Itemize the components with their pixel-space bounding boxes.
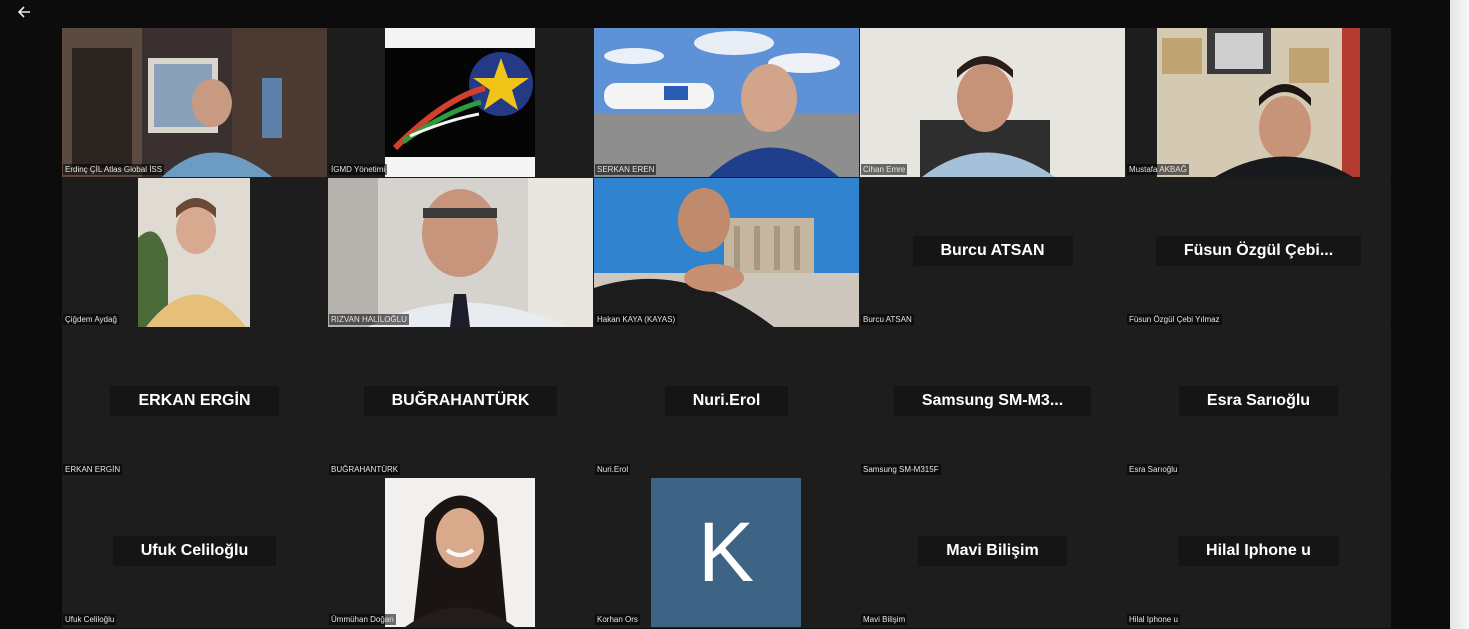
participant-display-name: Füsun Özgül Çebi... — [1155, 236, 1362, 266]
participant-tile[interactable]: Cihan Emre — [860, 28, 1125, 177]
participant-display-name: Burcu ATSAN — [912, 236, 1073, 266]
participant-display-name: ERKAN ERGİN — [110, 386, 279, 416]
participant-tile[interactable]: RIZVAN HALİLOĞLU — [328, 178, 593, 327]
participant-video — [385, 28, 535, 177]
participant-tile[interactable]: Hakan KAYA (KAYAS) — [594, 178, 859, 327]
participant-display-name: Ufuk Celiloğlu — [112, 536, 277, 566]
participant-name-tag: Nuri.Erol — [595, 464, 631, 475]
participant-tile[interactable]: Mustafa AKBAĞ — [1126, 28, 1391, 177]
participant-name-tag: SERKAN EREN — [595, 164, 657, 175]
participant-name-tag: Mavi Bilişim — [861, 614, 908, 625]
participant-tile[interactable]: Füsun Özgül Çebi... Füsun Özgül Çebi Yıl… — [1126, 178, 1391, 327]
participant-tile[interactable]: BUĞRAHANTÜRK BUĞRAHANTÜRK — [328, 328, 593, 477]
participant-tile[interactable]: Mavi Bilişim Mavi Bilişim — [860, 478, 1125, 627]
participant-display-name: Nuri.Erol — [664, 386, 789, 416]
participant-name-tag: Cihan Emre — [861, 164, 908, 175]
participant-name-tag: Samsung SM-M315F — [861, 464, 941, 475]
participant-name-tag: İGMD Yönetimi — [329, 164, 388, 175]
participant-display-name: BUĞRAHANTÜRK — [363, 386, 558, 416]
participant-tile[interactable]: Çiğdem Aydağ — [62, 178, 327, 327]
participant-tile[interactable]: K Korhan Ors — [594, 478, 859, 627]
participant-video — [1157, 28, 1360, 177]
participant-tile[interactable]: Nuri.Erol Nuri.Erol — [594, 328, 859, 477]
participant-name-tag: Korhan Ors — [595, 614, 640, 625]
avatar-letter: K — [651, 478, 801, 627]
participant-tile[interactable]: Esra Sarıoğlu Esra Sarıoğlu — [1126, 328, 1391, 477]
participant-name-tag: RIZVAN HALİLOĞLU — [329, 314, 409, 325]
participant-name-tag: Füsun Özgül Çebi Yılmaz — [1127, 314, 1222, 325]
back-arrow-icon[interactable] — [14, 2, 36, 22]
participant-name-tag: Erdinç ÇİL Atlas Global İSS — [63, 164, 165, 175]
participant-name-tag: Mustafa AKBAĞ — [1127, 164, 1189, 175]
side-panel-edge — [1450, 0, 1469, 629]
participant-tile[interactable]: SERKAN EREN — [594, 28, 859, 177]
participant-display-name: Samsung SM-M3... — [893, 386, 1092, 416]
participant-tile[interactable]: Samsung SM-M3... Samsung SM-M315F — [860, 328, 1125, 477]
participant-name-tag: Ufuk Celiloğlu — [63, 614, 117, 625]
participant-display-name: Mavi Bilişim — [918, 536, 1067, 566]
participant-video — [594, 178, 859, 327]
participant-video — [328, 178, 593, 327]
participant-avatar: K — [651, 478, 801, 627]
participant-name-tag: ERKAN ERGİN — [63, 464, 123, 475]
participant-video — [385, 478, 535, 627]
participant-video — [594, 28, 859, 177]
participant-video — [62, 28, 327, 177]
participant-tile[interactable]: Erdinç ÇİL Atlas Global İSS — [62, 28, 327, 177]
participant-tile[interactable]: Burcu ATSAN Burcu ATSAN — [860, 178, 1125, 327]
participant-tile[interactable]: ERKAN ERGİN ERKAN ERGİN — [62, 328, 327, 477]
participant-tile[interactable]: İGMD Yönetimi — [328, 28, 593, 177]
participant-name-tag: Çiğdem Aydağ — [63, 314, 119, 325]
participant-name-tag: Burcu ATSAN — [861, 314, 914, 325]
participant-name-tag: Ümmühan Doğan — [329, 614, 396, 625]
participant-video — [138, 178, 250, 327]
participant-name-tag: BUĞRAHANTÜRK — [329, 464, 401, 475]
participant-tile[interactable]: Hilal Iphone u Hilal Iphone u — [1126, 478, 1391, 627]
participant-tile[interactable]: Ümmühan Doğan — [328, 478, 593, 627]
participant-name-tag: Hakan KAYA (KAYAS) — [595, 314, 678, 325]
participant-name-tag: Hilal Iphone u — [1127, 614, 1180, 625]
participant-tile[interactable]: Ufuk Celiloğlu Ufuk Celiloğlu — [62, 478, 327, 627]
meeting-window: Erdinç ÇİL Atlas Global İSS İGMD Yönetim… — [0, 0, 1450, 629]
participant-video — [860, 28, 1125, 177]
participant-display-name: Hilal Iphone u — [1178, 536, 1339, 566]
participant-grid: Erdinç ÇİL Atlas Global İSS İGMD Yönetim… — [62, 28, 1391, 628]
participant-name-tag: Esra Sarıoğlu — [1127, 464, 1180, 475]
participant-display-name: Esra Sarıoğlu — [1178, 386, 1339, 416]
